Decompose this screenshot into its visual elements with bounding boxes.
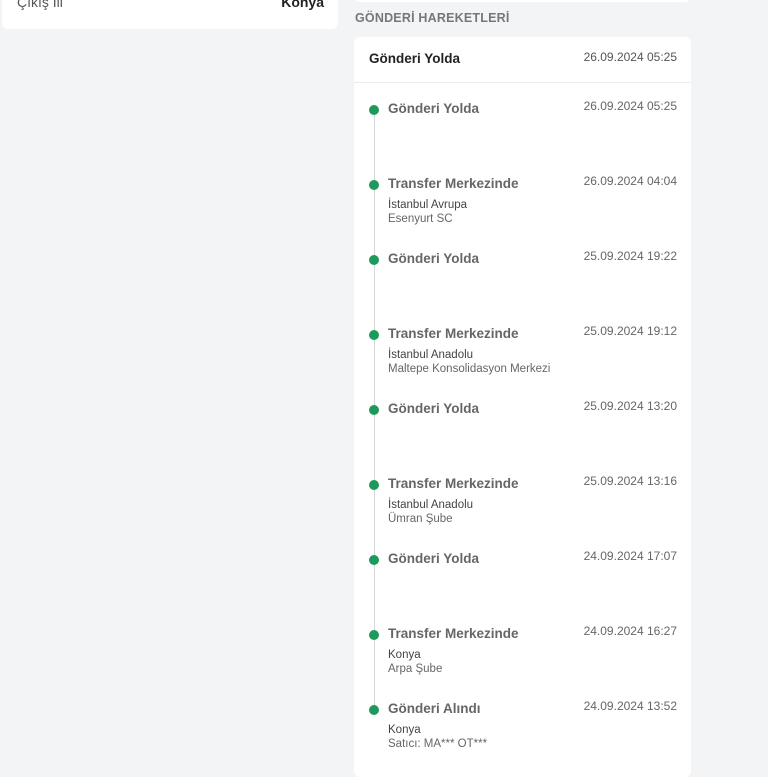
timeline-event: Gönderi Yolda 25.09.2024 19:22 [354, 249, 691, 321]
timeline-event: Transfer Merkezinde 26.09.2024 04:04 İst… [354, 174, 691, 246]
event-status: Gönderi Yolda [388, 551, 480, 566]
event-time: 25.09.2024 13:20 [583, 399, 677, 413]
current-status: Gönderi Yolda [369, 51, 461, 66]
shipment-movements-heading: GÖNDERİ HAREKETLERİ [355, 11, 510, 25]
event-status: Gönderi Yolda [388, 401, 480, 416]
current-status-time: 26.09.2024 05:25 [583, 50, 677, 64]
event-detail: Esenyurt SC [388, 213, 453, 225]
event-time: 25.09.2024 13:16 [583, 474, 677, 488]
event-location: Konya [388, 724, 421, 736]
event-detail: Satıcı: MA*** OT*** [388, 738, 488, 750]
status-dot-icon [369, 555, 379, 565]
timeline-event: Gönderi Yolda 25.09.2024 13:20 [354, 399, 691, 471]
event-status: Transfer Merkezinde [388, 326, 519, 341]
status-dot-icon [369, 705, 379, 715]
event-time: 26.09.2024 04:04 [583, 174, 677, 188]
timeline-event: Transfer Merkezinde 25.09.2024 13:16 İst… [354, 474, 691, 546]
event-location: İstanbul Anadolu [388, 349, 474, 361]
current-status-row: Gönderi Yolda 26.09.2024 05:25 [354, 37, 691, 83]
timeline-event: Gönderi Alındı 24.09.2024 13:52 Konya Sa… [354, 699, 691, 771]
event-status: Transfer Merkezinde [388, 176, 519, 191]
event-location: İstanbul Avrupa [388, 199, 468, 211]
event-location: Konya [388, 649, 421, 661]
status-dot-icon [369, 255, 379, 265]
event-time: 24.09.2024 16:27 [583, 624, 677, 638]
previous-card-edge [354, 0, 691, 2]
event-time: 24.09.2024 13:52 [583, 699, 677, 713]
event-time: 25.09.2024 19:12 [583, 324, 677, 338]
event-status: Transfer Merkezinde [388, 626, 519, 641]
origin-city-value: Konya [281, 0, 324, 10]
status-dot-icon [369, 180, 379, 190]
status-dot-icon [369, 105, 379, 115]
timeline-event: Transfer Merkezinde 24.09.2024 16:27 Kon… [354, 624, 691, 696]
status-dot-icon [369, 330, 379, 340]
origin-city-label: Çıkış İli [17, 0, 63, 10]
event-detail: Maltepe Konsolidasyon Merkezi [388, 363, 551, 375]
status-dot-icon [369, 480, 379, 490]
timeline-event: Gönderi Yolda 24.09.2024 17:07 [354, 549, 691, 621]
event-status: Transfer Merkezinde [388, 476, 519, 491]
event-time: 26.09.2024 05:25 [583, 99, 677, 113]
event-time: 24.09.2024 17:07 [583, 549, 677, 563]
status-dot-icon [369, 405, 379, 415]
timeline-event: Transfer Merkezinde 25.09.2024 19:12 İst… [354, 324, 691, 396]
timeline-event: Gönderi Yolda 26.09.2024 05:25 [354, 99, 691, 171]
event-time: 25.09.2024 19:22 [583, 249, 677, 263]
event-detail: Ümran Şube [388, 513, 453, 525]
shipment-info-card: Çıkış İli Konya [2, 0, 338, 29]
shipment-movements-card: Gönderi Yolda 26.09.2024 05:25 Gönderi Y… [354, 37, 691, 777]
event-status: Gönderi Yolda [388, 101, 480, 116]
event-detail: Arpa Şube [388, 663, 443, 675]
status-dot-icon [369, 630, 379, 640]
event-status: Gönderi Yolda [388, 251, 480, 266]
event-status: Gönderi Alındı [388, 701, 481, 716]
event-location: İstanbul Anadolu [388, 499, 474, 511]
